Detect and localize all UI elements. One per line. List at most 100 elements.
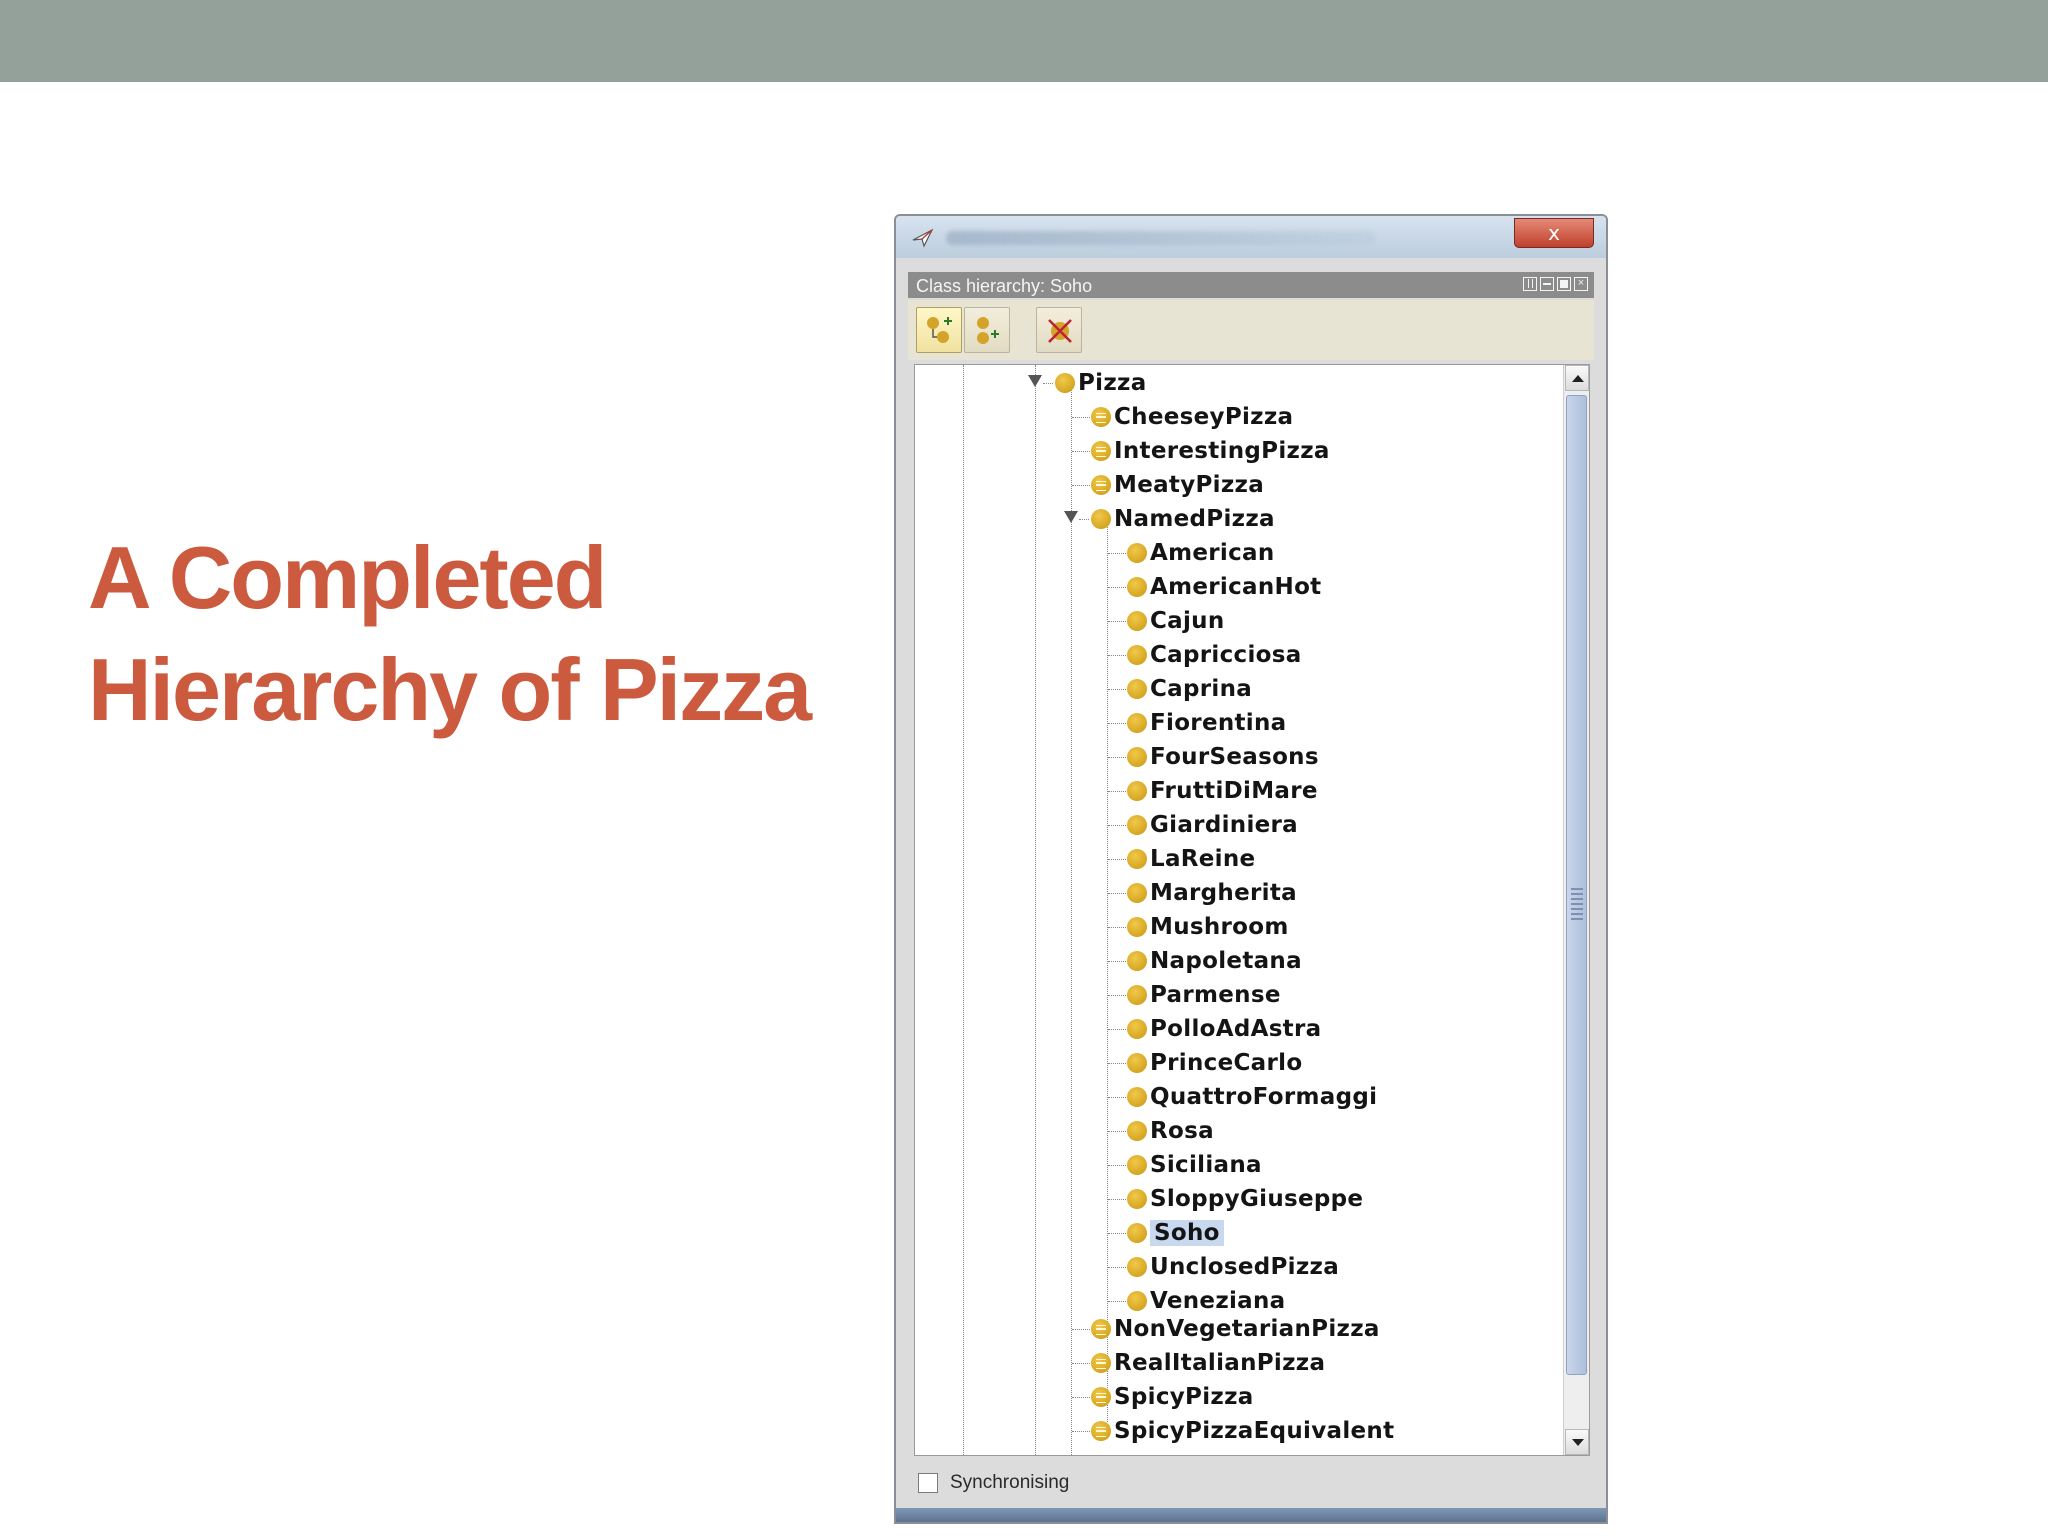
panel-controls: × <box>1523 277 1588 293</box>
tree-item-soho[interactable]: Soho <box>1127 1217 1224 1249</box>
tree-connector <box>1108 655 1126 656</box>
class-bullet-icon <box>1127 1121 1147 1141</box>
class-bullet-icon <box>1127 917 1147 937</box>
slide-title: A Completed Hierarchy of Pizza <box>88 522 848 746</box>
tree-item-frutti-di-mare[interactable]: FruttiDiMare <box>1127 775 1318 807</box>
panel-maximize-icon[interactable] <box>1557 277 1571 291</box>
class-bullet-icon <box>1127 849 1147 869</box>
tree-connector <box>1108 1029 1126 1030</box>
scroll-thumb[interactable] <box>1566 395 1587 1375</box>
tree-item-non-vegetarian-pizza[interactable]: NonVegetarianPizza <box>1091 1313 1380 1345</box>
add-sibling-class-button[interactable] <box>964 307 1010 353</box>
tree-item-label: NamedPizza <box>1114 506 1275 532</box>
tree-item-label: SpicyPizzaEquivalent <box>1114 1418 1395 1444</box>
tree-item-label: SpicyPizza <box>1114 1384 1254 1410</box>
tree-item-cheesey-pizza[interactable]: CheeseyPizza <box>1091 401 1293 433</box>
taskbar-strip <box>896 1508 1606 1522</box>
class-bullet-icon <box>1127 1189 1147 1209</box>
tree-item-real-italian-pizza[interactable]: RealItalianPizza <box>1091 1347 1325 1379</box>
class-tree-view[interactable]: Pizza CheeseyPizza InterestingPizza Meat… <box>914 364 1590 1456</box>
tree-item-cajun[interactable]: Cajun <box>1127 605 1225 637</box>
slide-title-line-1: A Completed <box>88 528 607 627</box>
tree-item-label: Mushroom <box>1150 914 1289 940</box>
tree-connector <box>1043 383 1053 384</box>
tree-item-fiorentina[interactable]: Fiorentina <box>1127 707 1287 739</box>
collapse-pizza-toggle[interactable] <box>1028 375 1042 387</box>
tree-connector <box>1108 893 1126 894</box>
tree-item-mushroom[interactable]: Mushroom <box>1127 911 1289 943</box>
synchronising-checkbox[interactable] <box>918 1473 938 1493</box>
tree-item-label: Margherita <box>1150 880 1297 906</box>
tree-item-la-reine[interactable]: LaReine <box>1127 843 1255 875</box>
tree-connector <box>1108 723 1126 724</box>
close-window-button[interactable]: x <box>1514 218 1594 248</box>
tree-item-label: AmericanHot <box>1150 574 1322 600</box>
tree-item-meaty-pizza[interactable]: MeatyPizza <box>1091 469 1264 501</box>
tree-connector <box>1108 927 1126 928</box>
tree-connector <box>1072 451 1090 452</box>
class-bullet-icon <box>1127 1291 1147 1311</box>
tree-item-label: CheeseyPizza <box>1114 404 1294 430</box>
tree-item-prince-carlo[interactable]: PrinceCarlo <box>1127 1047 1302 1079</box>
equivalent-class-icon <box>1091 1353 1111 1373</box>
scroll-down-button[interactable] <box>1565 1429 1589 1455</box>
tree-vertical-scrollbar[interactable] <box>1563 365 1589 1455</box>
tree-item-label: FruttiDiMare <box>1150 778 1318 804</box>
tree-guide-line <box>963 365 964 1455</box>
tree-item-giardiniera[interactable]: Giardiniera <box>1127 809 1298 841</box>
panel-close-icon[interactable]: × <box>1574 277 1588 291</box>
tree-connector <box>1108 1097 1126 1098</box>
tree-item-pizza[interactable]: Pizza <box>1055 367 1147 399</box>
equivalent-class-icon <box>1091 407 1111 427</box>
tree-item-interesting-pizza[interactable]: InterestingPizza <box>1091 435 1330 467</box>
panel-minimize-icon[interactable] <box>1540 277 1554 291</box>
tree-item-label: InterestingPizza <box>1114 438 1330 464</box>
tree-item-parmense[interactable]: Parmense <box>1127 979 1281 1011</box>
panel-split-icon[interactable] <box>1523 277 1537 291</box>
tree-item-margherita[interactable]: Margherita <box>1127 877 1297 909</box>
class-bullet-icon <box>1127 645 1147 665</box>
tree-item-caprina[interactable]: Caprina <box>1127 673 1252 705</box>
window-titlebar[interactable]: x <box>896 216 1606 258</box>
tree-item-rosa[interactable]: Rosa <box>1127 1115 1214 1147</box>
tree-item-spicy-pizza[interactable]: SpicyPizza <box>1091 1381 1254 1413</box>
equivalent-class-icon <box>1091 441 1111 461</box>
tree-guide-line <box>1035 365 1036 1455</box>
tree-item-american[interactable]: American <box>1127 537 1275 569</box>
class-bullet-icon <box>1127 1019 1147 1039</box>
class-bullet-icon <box>1091 509 1111 529</box>
tree-connector <box>1108 791 1126 792</box>
tree-item-american-hot[interactable]: AmericanHot <box>1127 571 1321 603</box>
tree-item-pollo-ad-astra[interactable]: PolloAdAstra <box>1127 1013 1321 1045</box>
tree-item-sloppy-giuseppe[interactable]: SloppyGiuseppe <box>1127 1183 1363 1215</box>
class-tree: Pizza CheeseyPizza InterestingPizza Meat… <box>915 365 1555 1455</box>
tree-item-unclosed-pizza[interactable]: UnclosedPizza <box>1127 1251 1339 1283</box>
tree-item-quattro-formaggi[interactable]: QuattroFormaggi <box>1127 1081 1377 1113</box>
add-subclass-button[interactable] <box>916 307 962 353</box>
tree-item-label: Napoletana <box>1150 948 1302 974</box>
tree-item-label: Cajun <box>1150 608 1225 634</box>
tree-item-label: American <box>1150 540 1275 566</box>
tree-item-label: Giardiniera <box>1150 812 1298 838</box>
tree-item-napoletana[interactable]: Napoletana <box>1127 945 1302 977</box>
panel-title: Class hierarchy: Soho <box>916 276 1093 296</box>
tree-item-label: Veneziana <box>1150 1288 1286 1314</box>
top-band <box>0 0 2048 82</box>
tree-connector <box>1108 553 1126 554</box>
tree-item-label: RealItalianPizza <box>1114 1350 1326 1376</box>
tree-item-named-pizza[interactable]: NamedPizza <box>1091 503 1275 535</box>
tree-item-capricciosa[interactable]: Capricciosa <box>1127 639 1302 671</box>
class-bullet-icon <box>1127 1257 1147 1277</box>
tree-item-spicy-pizza-equivalent[interactable]: SpicyPizzaEquivalent <box>1091 1415 1394 1447</box>
scroll-up-button[interactable] <box>1565 365 1589 391</box>
tree-item-siciliana[interactable]: Siciliana <box>1127 1149 1262 1181</box>
synchronising-option[interactable]: Synchronising <box>918 1472 1069 1494</box>
class-hierarchy-window: x Class hierarchy: Soho × Pizza CheeseyP… <box>894 214 1608 1524</box>
tree-item-cut-off[interactable] <box>1091 1449 1114 1455</box>
tree-item-four-seasons[interactable]: FourSeasons <box>1127 741 1319 773</box>
tree-connector <box>1108 1267 1126 1268</box>
tree-connector <box>1108 1165 1126 1166</box>
delete-class-button[interactable] <box>1036 307 1082 353</box>
equivalent-class-icon <box>1091 1387 1111 1407</box>
collapse-named-pizza-toggle[interactable] <box>1064 511 1078 523</box>
